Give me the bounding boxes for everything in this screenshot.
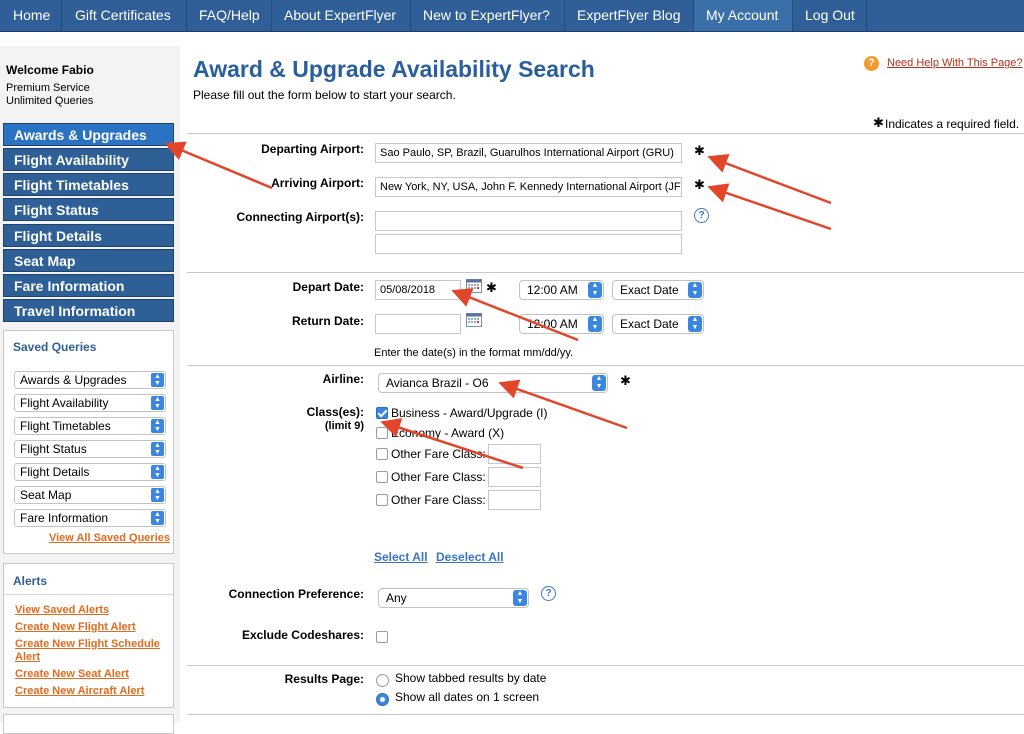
arrow-business-class — [380, 418, 524, 470]
annotation-arrows — [164, 141, 832, 470]
arrow-awards-upgrades — [164, 141, 273, 190]
arrow-arriving — [707, 183, 832, 231]
arrow-depart-date — [451, 288, 579, 342]
arrow-departing — [707, 153, 832, 205]
arrow-airline — [498, 379, 628, 430]
